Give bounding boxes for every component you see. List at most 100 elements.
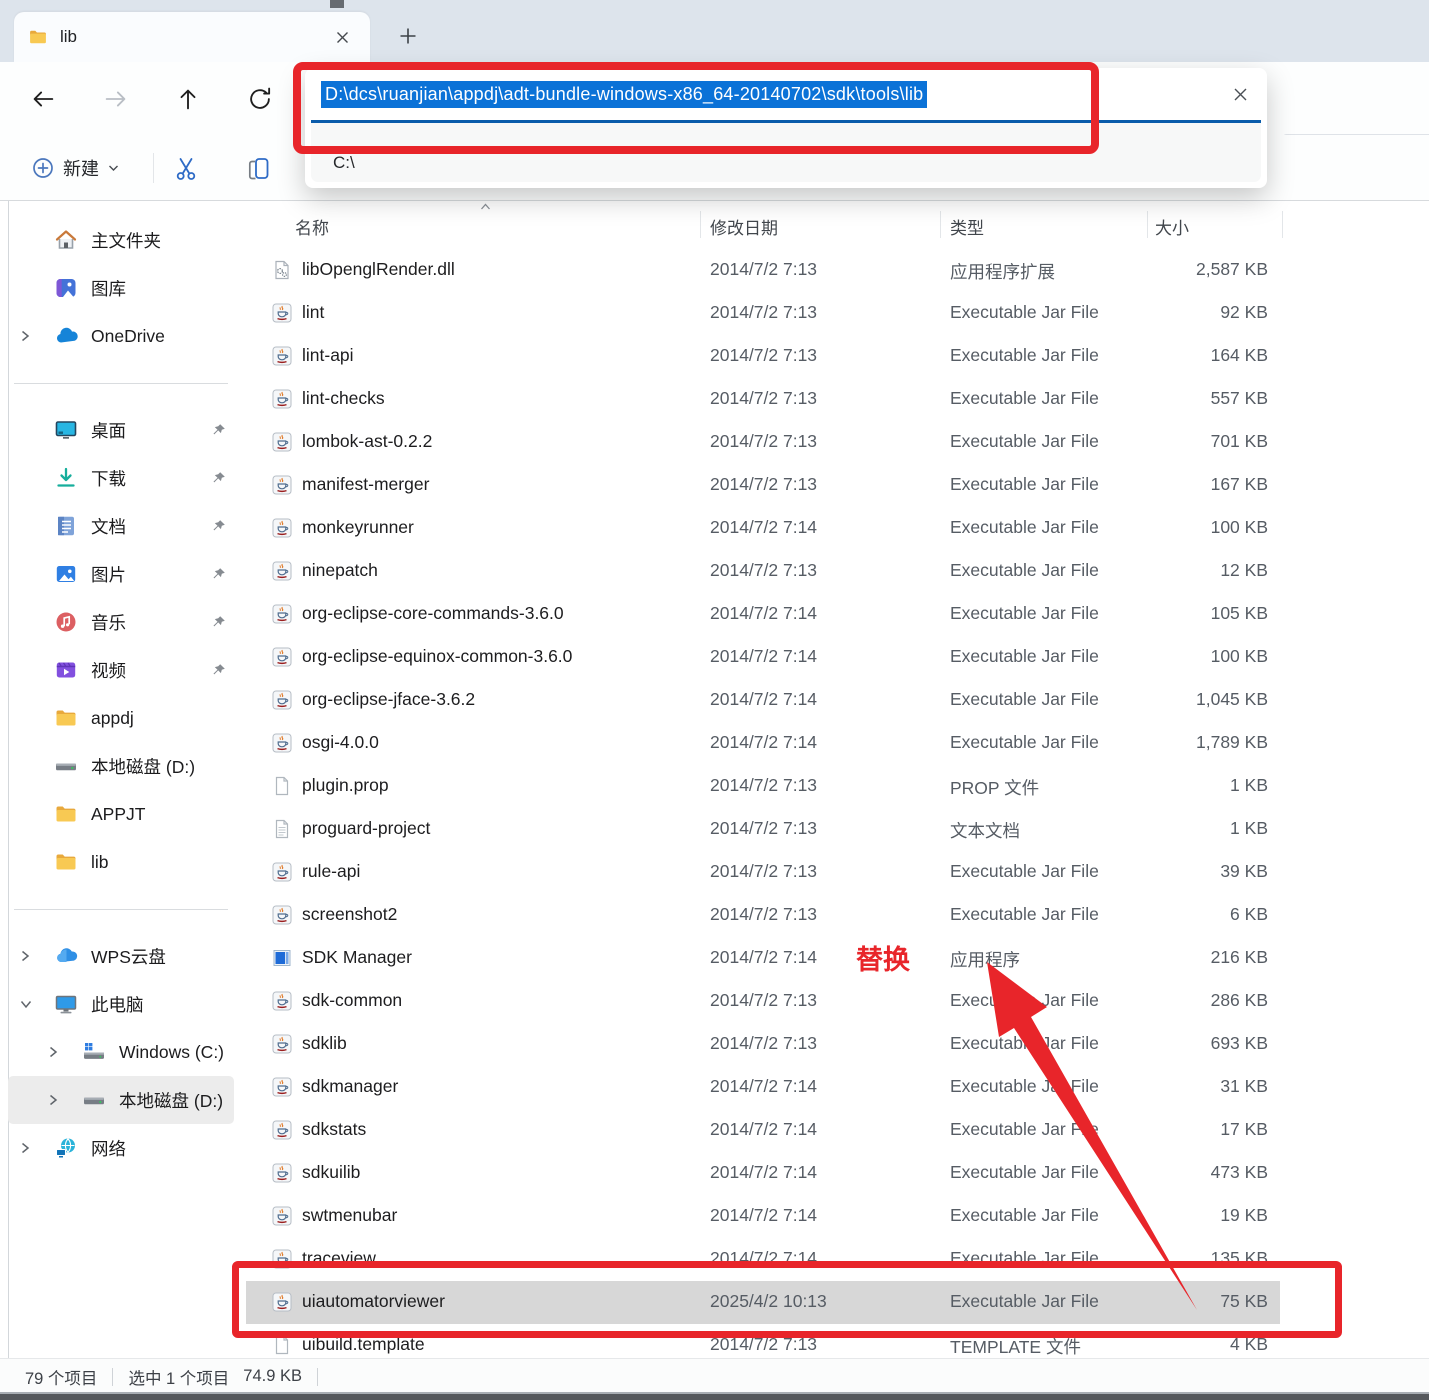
- sidebar-item[interactable]: appdj: [8, 694, 234, 742]
- sidebar-item-icon: [54, 802, 80, 826]
- file-type: Executable Jar File: [950, 474, 1099, 494]
- cut-button[interactable]: [169, 152, 203, 186]
- table-row[interactable]: lint-api 2014/7/2 7:13 Executable Jar Fi…: [246, 335, 1280, 378]
- sidebar-item-label: 主文件夹: [91, 230, 161, 251]
- column-separator[interactable]: [940, 211, 941, 238]
- file-date: 2014/7/2 7:14: [710, 1119, 818, 1139]
- pin-icon: [211, 423, 226, 438]
- table-row[interactable]: org-eclipse-core-commands-3.6.0 2014/7/2…: [246, 593, 1280, 636]
- column-separator[interactable]: [1282, 211, 1283, 238]
- sidebar-item[interactable]: lib: [8, 838, 234, 886]
- column-header-type[interactable]: 类型: [950, 214, 984, 239]
- new-button[interactable]: 新建: [22, 148, 129, 188]
- table-row[interactable]: org-eclipse-jface-3.6.2 2014/7/2 7:14 Ex…: [246, 679, 1280, 722]
- file-type: Executable Jar File: [950, 1119, 1099, 1139]
- sidebar: 主文件夹 图库 OneDrive 桌面 下载 文档 图片 音乐 视频 appdj…: [0, 201, 242, 1358]
- table-row[interactable]: org-eclipse-equinox-common-3.6.0 2014/7/…: [246, 636, 1280, 679]
- table-row[interactable]: libOpenglRender.dll 2014/7/2 7:13 应用程序扩展…: [246, 249, 1280, 292]
- sidebar-item-label: 图片: [91, 564, 126, 585]
- table-row[interactable]: sdklib 2014/7/2 7:13 Executable Jar File…: [246, 1023, 1280, 1066]
- column-header-date[interactable]: 修改日期: [710, 214, 778, 239]
- table-row[interactable]: plugin.prop 2014/7/2 7:13 PROP 文件 1 KB: [246, 765, 1280, 808]
- file-icon: [272, 561, 292, 581]
- sidebar-item[interactable]: 音乐: [8, 598, 234, 646]
- table-row[interactable]: manifest-merger 2014/7/2 7:13 Executable…: [246, 464, 1280, 507]
- file-name: sdkuilib: [302, 1162, 361, 1182]
- sidebar-item[interactable]: 视频: [8, 646, 234, 694]
- expand-chevron[interactable]: [20, 950, 54, 962]
- table-row[interactable]: sdk-common 2014/7/2 7:13 Executable Jar …: [246, 980, 1280, 1023]
- table-row[interactable]: proguard-project 2014/7/2 7:13 文本文档 1 KB: [246, 808, 1280, 851]
- table-row[interactable]: monkeyrunner 2014/7/2 7:14 Executable Ja…: [246, 507, 1280, 550]
- explorer-tab[interactable]: lib: [14, 12, 370, 62]
- file-name: lint-api: [302, 345, 354, 365]
- up-button[interactable]: [172, 83, 204, 115]
- table-row[interactable]: ninepatch 2014/7/2 7:13 Executable Jar F…: [246, 550, 1280, 593]
- file-type: Executable Jar File: [950, 990, 1099, 1010]
- expand-chevron[interactable]: [20, 1142, 54, 1154]
- table-row[interactable]: sdkuilib 2014/7/2 7:14 Executable Jar Fi…: [246, 1152, 1280, 1195]
- column-separator[interactable]: [1147, 211, 1148, 238]
- column-separator[interactable]: [700, 211, 701, 238]
- table-row[interactable]: screenshot2 2014/7/2 7:13 Executable Jar…: [246, 894, 1280, 937]
- file-date: 2014/7/2 7:14: [710, 646, 818, 666]
- tab-close-icon[interactable]: [328, 23, 356, 51]
- expand-chevron[interactable]: [48, 1094, 82, 1106]
- refresh-button[interactable]: [244, 83, 276, 115]
- sidebar-item[interactable]: 本地磁盘 (D:): [8, 1076, 234, 1124]
- copy-button[interactable]: [241, 152, 275, 186]
- table-row[interactable]: lint-checks 2014/7/2 7:13 Executable Jar…: [246, 378, 1280, 421]
- table-row[interactable]: lint 2014/7/2 7:13 Executable Jar File 9…: [246, 292, 1280, 335]
- sidebar-item-label: 音乐: [91, 612, 126, 633]
- file-date: 2014/7/2 7:14: [710, 689, 818, 709]
- sidebar-item[interactable]: WPS云盘: [8, 932, 234, 980]
- expand-chevron[interactable]: [48, 1046, 82, 1058]
- new-tab-button[interactable]: [395, 23, 421, 49]
- sidebar-item[interactable]: 文档: [8, 502, 234, 550]
- sidebar-item[interactable]: 主文件夹: [8, 216, 234, 264]
- sidebar-item[interactable]: APPJT: [8, 790, 234, 838]
- sidebar-item[interactable]: 桌面: [8, 406, 234, 454]
- file-icon: [272, 604, 292, 624]
- sidebar-item[interactable]: 图库: [8, 264, 234, 312]
- sidebar-item[interactable]: 此电脑: [8, 980, 234, 1028]
- table-row[interactable]: osgi-4.0.0 2014/7/2 7:14 Executable Jar …: [246, 722, 1280, 765]
- sidebar-item[interactable]: 下载: [8, 454, 234, 502]
- expand-chevron[interactable]: [20, 330, 54, 342]
- folder-icon: [28, 27, 48, 47]
- file-type: Executable Jar File: [950, 861, 1099, 881]
- back-button[interactable]: [27, 83, 59, 115]
- column-header-name[interactable]: 名称: [295, 214, 329, 239]
- table-row[interactable]: SDK Manager 2014/7/2 7:14 应用程序 216 KB: [246, 937, 1280, 980]
- table-row[interactable]: swtmenubar 2014/7/2 7:14 Executable Jar …: [246, 1195, 1280, 1238]
- file-date: 2014/7/2 7:14: [710, 517, 818, 537]
- file-size: 701 KB: [1210, 431, 1268, 451]
- file-name: lint: [302, 302, 325, 322]
- table-row[interactable]: rule-api 2014/7/2 7:13 Executable Jar Fi…: [246, 851, 1280, 894]
- forward-button[interactable]: [100, 83, 132, 115]
- sidebar-item-label: APPJT: [91, 803, 146, 824]
- pin-icon: [211, 663, 226, 678]
- expand-chevron[interactable]: [20, 999, 54, 1009]
- file-type: Executable Jar File: [950, 1162, 1099, 1182]
- table-row[interactable]: sdkmanager 2014/7/2 7:14 Executable Jar …: [246, 1066, 1280, 1109]
- sidebar-item[interactable]: 图片: [8, 550, 234, 598]
- pin-icon: [211, 519, 226, 534]
- sidebar-item[interactable]: 网络: [8, 1124, 234, 1172]
- table-row[interactable]: sdkstats 2014/7/2 7:14 Executable Jar Fi…: [246, 1109, 1280, 1152]
- table-row[interactable]: lombok-ast-0.2.2 2014/7/2 7:13 Executabl…: [246, 421, 1280, 464]
- file-name: org-eclipse-equinox-common-3.6.0: [302, 646, 573, 666]
- file-date: 2014/7/2 7:13: [710, 345, 818, 365]
- column-header-size[interactable]: 大小: [1155, 214, 1189, 239]
- sidebar-item[interactable]: 本地磁盘 (D:): [8, 742, 234, 790]
- file-date: 2014/7/2 7:13: [710, 775, 818, 795]
- file-date: 2014/7/2 7:14: [710, 947, 818, 967]
- file-type: Executable Jar File: [950, 1076, 1099, 1096]
- sidebar-item-icon: [54, 276, 80, 300]
- sidebar-item[interactable]: Windows (C:): [8, 1028, 234, 1076]
- window-edge-artifact: [330, 0, 344, 8]
- sidebar-item[interactable]: OneDrive: [8, 312, 234, 360]
- sidebar-item-icon: [82, 1088, 108, 1112]
- file-icon: [272, 776, 292, 796]
- clear-address-icon[interactable]: [1227, 81, 1253, 107]
